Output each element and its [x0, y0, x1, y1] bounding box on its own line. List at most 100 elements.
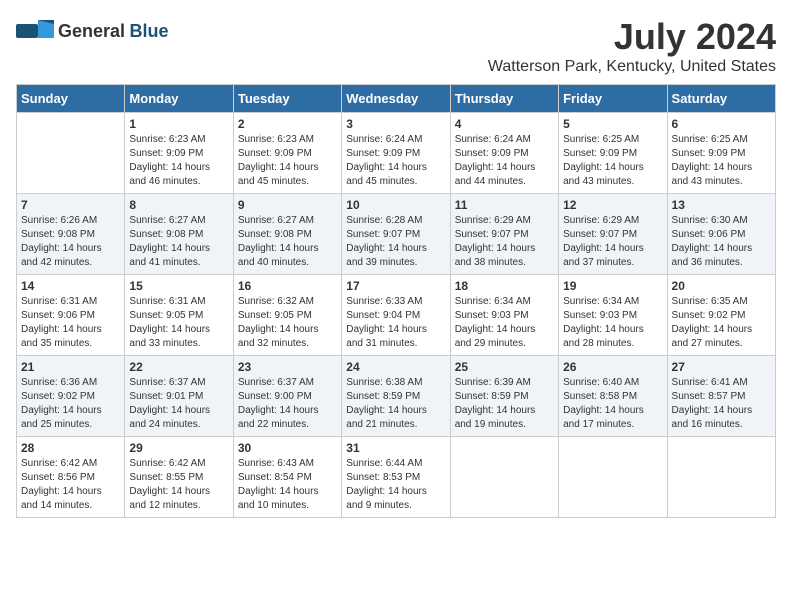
day-info: Sunrise: 6:31 AM Sunset: 9:05 PM Dayligh…: [129, 295, 228, 351]
calendar-cell: 21 Sunrise: 6:36 AM Sunset: 9:02 PM Dayli…: [17, 356, 125, 437]
day-number: 6: [672, 117, 771, 131]
calendar-cell: 1Sunrise: 6:23 AM Sunset: 9:09 PM Daylig…: [125, 113, 233, 194]
calendar-cell: 7 Sunrise: 6:26 AM Sunset: 9:08 PM Daylig…: [17, 194, 125, 275]
calendar-cell: 18 Sunrise: 6:34 AM Sunset: 9:03 PM Dayli…: [450, 275, 558, 356]
day-info: Sunrise: 6:34 AM Sunset: 9:03 PM Dayligh…: [455, 295, 554, 351]
day-number: 4: [455, 117, 554, 131]
day-number: 25: [455, 360, 554, 374]
calendar-cell: 19Sunrise: 6:34 AM Sunset: 9:03 PM Dayli…: [559, 275, 667, 356]
calendar-cell: [667, 437, 775, 518]
day-info: Sunrise: 6:25 AM Sunset: 9:09 PM Dayligh…: [563, 133, 662, 189]
calendar-cell: 4 Sunrise: 6:24 AM Sunset: 9:09 PM Daylig…: [450, 113, 558, 194]
day-number: 8: [129, 198, 228, 212]
day-number: 20: [672, 279, 771, 293]
day-info: Sunrise: 6:27 AM Sunset: 9:08 PM Dayligh…: [238, 214, 337, 270]
calendar-cell: 17 Sunrise: 6:33 AM Sunset: 9:04 PM Dayli…: [342, 275, 450, 356]
weekday-header: Monday: [125, 85, 233, 113]
day-info: Sunrise: 6:34 AM Sunset: 9:03 PM Dayligh…: [563, 295, 662, 351]
day-number: 24: [346, 360, 445, 374]
day-info: Sunrise: 6:23 AM Sunset: 9:09 PM Dayligh…: [238, 133, 337, 189]
day-number: 23: [238, 360, 337, 374]
day-info: Sunrise: 6:40 AM Sunset: 8:58 PM Dayligh…: [563, 376, 662, 432]
weekday-header: Thursday: [450, 85, 558, 113]
header: General Blue July 2024 Watterson Park, K…: [16, 16, 776, 76]
day-number: 12: [563, 198, 662, 212]
logo-blue-text: Blue: [130, 21, 169, 41]
day-info: Sunrise: 6:24 AM Sunset: 9:09 PM Dayligh…: [455, 133, 554, 189]
day-info: Sunrise: 6:28 AM Sunset: 9:07 PM Dayligh…: [346, 214, 445, 270]
calendar-cell: 31 Sunrise: 6:44 AM Sunset: 8:53 PM Dayli…: [342, 437, 450, 518]
day-number: 28: [21, 441, 120, 455]
calendar-cell: 15 Sunrise: 6:31 AM Sunset: 9:05 PM Dayli…: [125, 275, 233, 356]
day-info: Sunrise: 6:39 AM Sunset: 8:59 PM Dayligh…: [455, 376, 554, 432]
day-info: Sunrise: 6:37 AM Sunset: 9:00 PM Dayligh…: [238, 376, 337, 432]
day-number: 22: [129, 360, 228, 374]
day-info: Sunrise: 6:26 AM Sunset: 9:08 PM Dayligh…: [21, 214, 120, 270]
day-number: 21: [21, 360, 120, 374]
day-info: Sunrise: 6:41 AM Sunset: 8:57 PM Dayligh…: [672, 376, 771, 432]
location-title: Watterson Park, Kentucky, United States: [488, 58, 776, 76]
day-number: 14: [21, 279, 120, 293]
calendar-cell: 6 Sunrise: 6:25 AM Sunset: 9:09 PM Daylig…: [667, 113, 775, 194]
day-number: 3: [346, 117, 445, 131]
day-info: Sunrise: 6:24 AM Sunset: 9:09 PM Dayligh…: [346, 133, 445, 189]
day-info: Sunrise: 6:33 AM Sunset: 9:04 PM Dayligh…: [346, 295, 445, 351]
weekday-header: Wednesday: [342, 85, 450, 113]
weekday-header: Sunday: [17, 85, 125, 113]
day-number: 9: [238, 198, 337, 212]
calendar-cell: 29Sunrise: 6:42 AM Sunset: 8:55 PM Dayli…: [125, 437, 233, 518]
calendar-cell: 9 Sunrise: 6:27 AM Sunset: 9:08 PM Daylig…: [233, 194, 341, 275]
day-number: 11: [455, 198, 554, 212]
calendar-header: SundayMondayTuesdayWednesdayThursdayFrid…: [17, 85, 776, 113]
day-info: Sunrise: 6:38 AM Sunset: 8:59 PM Dayligh…: [346, 376, 445, 432]
day-number: 27: [672, 360, 771, 374]
day-info: Sunrise: 6:35 AM Sunset: 9:02 PM Dayligh…: [672, 295, 771, 351]
day-info: Sunrise: 6:43 AM Sunset: 8:54 PM Dayligh…: [238, 457, 337, 513]
logo-general-text: General: [58, 21, 125, 41]
day-number: 16: [238, 279, 337, 293]
calendar-week-row: 21 Sunrise: 6:36 AM Sunset: 9:02 PM Dayli…: [17, 356, 776, 437]
logo-icon: [16, 16, 54, 46]
day-info: Sunrise: 6:23 AM Sunset: 9:09 PM Dayligh…: [129, 133, 228, 189]
day-info: Sunrise: 6:36 AM Sunset: 9:02 PM Dayligh…: [21, 376, 120, 432]
day-info: Sunrise: 6:29 AM Sunset: 9:07 PM Dayligh…: [455, 214, 554, 270]
day-number: 31: [346, 441, 445, 455]
day-number: 5: [563, 117, 662, 131]
day-number: 18: [455, 279, 554, 293]
logo: General Blue: [16, 16, 169, 46]
day-info: Sunrise: 6:30 AM Sunset: 9:06 PM Dayligh…: [672, 214, 771, 270]
calendar-cell: 23 Sunrise: 6:37 AM Sunset: 9:00 PM Dayli…: [233, 356, 341, 437]
calendar-cell: [450, 437, 558, 518]
title-area: July 2024 Watterson Park, Kentucky, Unit…: [488, 16, 776, 76]
calendar-cell: 8Sunrise: 6:27 AM Sunset: 9:08 PM Daylig…: [125, 194, 233, 275]
day-info: Sunrise: 6:31 AM Sunset: 9:06 PM Dayligh…: [21, 295, 120, 351]
calendar-week-row: 28Sunrise: 6:42 AM Sunset: 8:56 PM Dayli…: [17, 437, 776, 518]
calendar-cell: 3 Sunrise: 6:24 AM Sunset: 9:09 PM Daylig…: [342, 113, 450, 194]
day-info: Sunrise: 6:29 AM Sunset: 9:07 PM Dayligh…: [563, 214, 662, 270]
calendar-cell: 12 Sunrise: 6:29 AM Sunset: 9:07 PM Dayli…: [559, 194, 667, 275]
calendar-cell: 25 Sunrise: 6:39 AM Sunset: 8:59 PM Dayli…: [450, 356, 558, 437]
calendar-cell: 14 Sunrise: 6:31 AM Sunset: 9:06 PM Dayli…: [17, 275, 125, 356]
calendar-cell: [17, 113, 125, 194]
day-number: 7: [21, 198, 120, 212]
day-number: 10: [346, 198, 445, 212]
calendar-week-row: 1Sunrise: 6:23 AM Sunset: 9:09 PM Daylig…: [17, 113, 776, 194]
calendar-cell: 27 Sunrise: 6:41 AM Sunset: 8:57 PM Dayli…: [667, 356, 775, 437]
day-info: Sunrise: 6:32 AM Sunset: 9:05 PM Dayligh…: [238, 295, 337, 351]
weekday-header: Saturday: [667, 85, 775, 113]
day-number: 15: [129, 279, 228, 293]
day-number: 17: [346, 279, 445, 293]
calendar-body: 1Sunrise: 6:23 AM Sunset: 9:09 PM Daylig…: [17, 113, 776, 518]
day-number: 29: [129, 441, 228, 455]
calendar-cell: 5 Sunrise: 6:25 AM Sunset: 9:09 PM Daylig…: [559, 113, 667, 194]
day-info: Sunrise: 6:44 AM Sunset: 8:53 PM Dayligh…: [346, 457, 445, 513]
calendar-week-row: 14 Sunrise: 6:31 AM Sunset: 9:06 PM Dayli…: [17, 275, 776, 356]
calendar-cell: 24 Sunrise: 6:38 AM Sunset: 8:59 PM Dayli…: [342, 356, 450, 437]
calendar-cell: 2Sunrise: 6:23 AM Sunset: 9:09 PM Daylig…: [233, 113, 341, 194]
day-info: Sunrise: 6:25 AM Sunset: 9:09 PM Dayligh…: [672, 133, 771, 189]
calendar-cell: 28Sunrise: 6:42 AM Sunset: 8:56 PM Dayli…: [17, 437, 125, 518]
calendar-cell: 13Sunrise: 6:30 AM Sunset: 9:06 PM Dayli…: [667, 194, 775, 275]
header-row: SundayMondayTuesdayWednesdayThursdayFrid…: [17, 85, 776, 113]
calendar-cell: 20 Sunrise: 6:35 AM Sunset: 9:02 PM Dayli…: [667, 275, 775, 356]
calendar-cell: 11 Sunrise: 6:29 AM Sunset: 9:07 PM Dayli…: [450, 194, 558, 275]
